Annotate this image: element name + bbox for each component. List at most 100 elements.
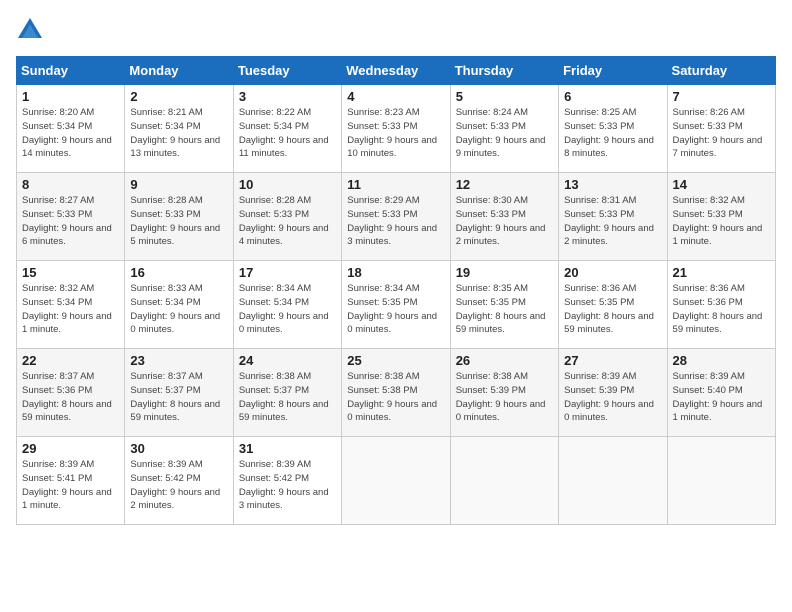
day-number: 13 [564,177,661,192]
day-info: Sunrise: 8:39 AMSunset: 5:42 PMDaylight:… [239,458,336,513]
day-header-tuesday: Tuesday [233,57,341,85]
calendar-cell: 27 Sunrise: 8:39 AMSunset: 5:39 PMDayligh… [559,349,667,437]
day-info: Sunrise: 8:33 AMSunset: 5:34 PMDaylight:… [130,282,227,337]
calendar-cell [342,437,450,525]
day-info: Sunrise: 8:28 AMSunset: 5:33 PMDaylight:… [130,194,227,249]
calendar-cell: 28 Sunrise: 8:39 AMSunset: 5:40 PMDayligh… [667,349,775,437]
calendar-cell: 2 Sunrise: 8:21 AMSunset: 5:34 PMDaylight… [125,85,233,173]
calendar-cell [559,437,667,525]
day-info: Sunrise: 8:26 AMSunset: 5:33 PMDaylight:… [673,106,770,161]
day-number: 7 [673,89,770,104]
day-number: 15 [22,265,119,280]
logo [16,16,48,44]
day-number: 23 [130,353,227,368]
day-number: 31 [239,441,336,456]
calendar-cell: 13 Sunrise: 8:31 AMSunset: 5:33 PMDayligh… [559,173,667,261]
calendar-cell: 16 Sunrise: 8:33 AMSunset: 5:34 PMDayligh… [125,261,233,349]
day-info: Sunrise: 8:23 AMSunset: 5:33 PMDaylight:… [347,106,444,161]
calendar-cell: 3 Sunrise: 8:22 AMSunset: 5:34 PMDaylight… [233,85,341,173]
day-info: Sunrise: 8:39 AMSunset: 5:40 PMDaylight:… [673,370,770,425]
day-info: Sunrise: 8:29 AMSunset: 5:33 PMDaylight:… [347,194,444,249]
calendar-cell [450,437,558,525]
calendar-cell: 17Sunrise: 8:34 AMSunset: 5:34 PMDayligh… [233,261,341,349]
calendar-cell: 21 Sunrise: 8:36 AMSunset: 5:36 PMDayligh… [667,261,775,349]
calendar-cell: 9 Sunrise: 8:28 AMSunset: 5:33 PMDaylight… [125,173,233,261]
day-info: Sunrise: 8:39 AMSunset: 5:42 PMDaylight:… [130,458,227,513]
week-row-5: 29 Sunrise: 8:39 AMSunset: 5:41 PMDayligh… [17,437,776,525]
day-info: Sunrise: 8:25 AMSunset: 5:33 PMDaylight:… [564,106,661,161]
day-info: Sunrise: 8:31 AMSunset: 5:33 PMDaylight:… [564,194,661,249]
day-number: 20 [564,265,661,280]
calendar-table: SundayMondayTuesdayWednesdayThursdayFrid… [16,56,776,525]
calendar-cell: 4 Sunrise: 8:23 AMSunset: 5:33 PMDaylight… [342,85,450,173]
day-number: 30 [130,441,227,456]
day-number: 16 [130,265,227,280]
calendar-cell: 5Sunrise: 8:24 AMSunset: 5:33 PMDaylight… [450,85,558,173]
day-info: Sunrise: 8:22 AMSunset: 5:34 PMDaylight:… [239,106,336,161]
calendar-cell: 29 Sunrise: 8:39 AMSunset: 5:41 PMDayligh… [17,437,125,525]
calendar-cell: 19 Sunrise: 8:35 AMSunset: 5:35 PMDayligh… [450,261,558,349]
week-row-1: 1Sunrise: 8:20 AMSunset: 5:34 PMDaylight… [17,85,776,173]
calendar-cell: 23 Sunrise: 8:37 AMSunset: 5:37 PMDayligh… [125,349,233,437]
calendar-cell: 8 Sunrise: 8:27 AMSunset: 5:33 PMDaylight… [17,173,125,261]
day-number: 18 [347,265,444,280]
calendar-cell: 10Sunrise: 8:28 AMSunset: 5:33 PMDayligh… [233,173,341,261]
logo-icon [16,16,44,44]
calendar-cell: 7 Sunrise: 8:26 AMSunset: 5:33 PMDaylight… [667,85,775,173]
calendar-cell: 26Sunrise: 8:38 AMSunset: 5:39 PMDayligh… [450,349,558,437]
day-number: 29 [22,441,119,456]
days-header-row: SundayMondayTuesdayWednesdayThursdayFrid… [17,57,776,85]
week-row-3: 15 Sunrise: 8:32 AMSunset: 5:34 PMDayligh… [17,261,776,349]
calendar-cell: 14Sunrise: 8:32 AMSunset: 5:33 PMDayligh… [667,173,775,261]
day-info: Sunrise: 8:37 AMSunset: 5:36 PMDaylight:… [22,370,119,425]
day-header-friday: Friday [559,57,667,85]
calendar-cell: 1Sunrise: 8:20 AMSunset: 5:34 PMDaylight… [17,85,125,173]
day-header-thursday: Thursday [450,57,558,85]
calendar-cell: 25Sunrise: 8:38 AMSunset: 5:38 PMDayligh… [342,349,450,437]
day-info: Sunrise: 8:36 AMSunset: 5:36 PMDaylight:… [673,282,770,337]
calendar-cell: 18 Sunrise: 8:34 AMSunset: 5:35 PMDayligh… [342,261,450,349]
day-info: Sunrise: 8:37 AMSunset: 5:37 PMDaylight:… [130,370,227,425]
day-number: 4 [347,89,444,104]
calendar-cell: 20Sunrise: 8:36 AMSunset: 5:35 PMDayligh… [559,261,667,349]
day-info: Sunrise: 8:39 AMSunset: 5:39 PMDaylight:… [564,370,661,425]
day-info: Sunrise: 8:39 AMSunset: 5:41 PMDaylight:… [22,458,119,513]
day-number: 12 [456,177,553,192]
week-row-4: 22 Sunrise: 8:37 AMSunset: 5:36 PMDayligh… [17,349,776,437]
day-number: 21 [673,265,770,280]
day-number: 8 [22,177,119,192]
day-info: Sunrise: 8:28 AMSunset: 5:33 PMDaylight:… [239,194,336,249]
calendar-cell: 22 Sunrise: 8:37 AMSunset: 5:36 PMDayligh… [17,349,125,437]
day-number: 22 [22,353,119,368]
day-info: Sunrise: 8:34 AMSunset: 5:34 PMDaylight:… [239,282,336,337]
day-info: Sunrise: 8:35 AMSunset: 5:35 PMDaylight:… [456,282,553,337]
day-number: 26 [456,353,553,368]
day-info: Sunrise: 8:21 AMSunset: 5:34 PMDaylight:… [130,106,227,161]
day-info: Sunrise: 8:24 AMSunset: 5:33 PMDaylight:… [456,106,553,161]
day-info: Sunrise: 8:32 AMSunset: 5:34 PMDaylight:… [22,282,119,337]
header [16,16,776,44]
calendar-cell: 12 Sunrise: 8:30 AMSunset: 5:33 PMDayligh… [450,173,558,261]
day-number: 2 [130,89,227,104]
day-number: 3 [239,89,336,104]
calendar-cell [667,437,775,525]
calendar-cell: 6Sunrise: 8:25 AMSunset: 5:33 PMDaylight… [559,85,667,173]
day-header-monday: Monday [125,57,233,85]
day-header-wednesday: Wednesday [342,57,450,85]
calendar-cell: 15 Sunrise: 8:32 AMSunset: 5:34 PMDayligh… [17,261,125,349]
calendar-cell: 30 Sunrise: 8:39 AMSunset: 5:42 PMDayligh… [125,437,233,525]
day-info: Sunrise: 8:30 AMSunset: 5:33 PMDaylight:… [456,194,553,249]
day-number: 27 [564,353,661,368]
day-number: 19 [456,265,553,280]
day-info: Sunrise: 8:34 AMSunset: 5:35 PMDaylight:… [347,282,444,337]
day-info: Sunrise: 8:27 AMSunset: 5:33 PMDaylight:… [22,194,119,249]
day-header-saturday: Saturday [667,57,775,85]
day-number: 9 [130,177,227,192]
day-header-sunday: Sunday [17,57,125,85]
day-number: 28 [673,353,770,368]
day-number: 25 [347,353,444,368]
day-number: 24 [239,353,336,368]
calendar-cell: 24 Sunrise: 8:38 AMSunset: 5:37 PMDayligh… [233,349,341,437]
calendar-cell: 11Sunrise: 8:29 AMSunset: 5:33 PMDayligh… [342,173,450,261]
day-info: Sunrise: 8:38 AMSunset: 5:37 PMDaylight:… [239,370,336,425]
